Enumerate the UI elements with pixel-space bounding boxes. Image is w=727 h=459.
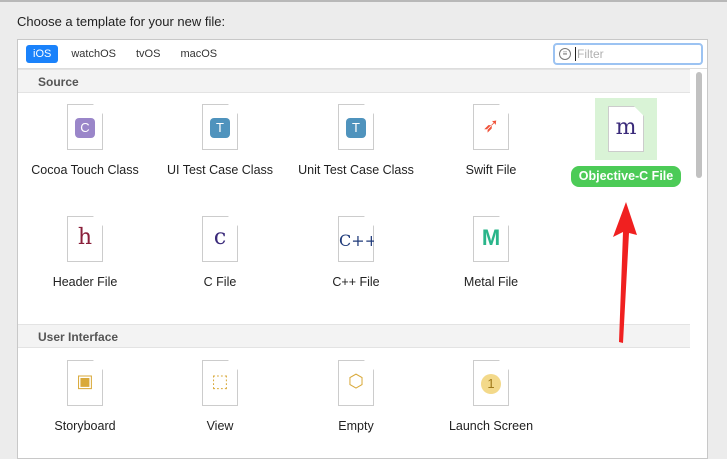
red-arrow-annotation — [613, 202, 637, 343]
tab-watchos[interactable]: watchOS — [64, 45, 123, 63]
template-cocoa-touch-class[interactable]: C Cocoa Touch Class — [20, 104, 150, 179]
template-ui-test-case-class[interactable]: T UI Test Case Class — [155, 104, 285, 179]
header-file-icon: h — [67, 216, 103, 262]
test-class-icon: T — [338, 104, 374, 150]
tab-ios[interactable]: iOS — [26, 45, 59, 63]
template-cpp-file[interactable]: C++ C++ File — [291, 216, 421, 291]
test-class-icon: T — [202, 104, 238, 150]
c-file-icon: c — [202, 216, 238, 262]
section-header-source: Source — [18, 69, 690, 93]
cocoa-class-icon: C — [67, 104, 103, 150]
template-objective-c-file[interactable]: m Objective-C File — [561, 98, 691, 187]
objc-file-icon: m — [608, 106, 644, 152]
template-empty[interactable]: ⬡ Empty — [291, 360, 421, 435]
filter-placeholder: Filter — [577, 47, 604, 61]
template-swift-file[interactable]: ➶ Swift File — [426, 104, 556, 179]
launch-screen-icon: 1 — [473, 360, 509, 406]
prompt-label: Choose a template for your new file: — [17, 14, 226, 29]
scrollbar[interactable] — [694, 70, 704, 455]
template-view[interactable]: ⬚ View — [155, 360, 285, 435]
empty-cube-icon: ⬡ — [338, 360, 374, 406]
storyboard-icon: ▣ — [67, 360, 103, 406]
template-chooser: iOS watchOS tvOS macOS ≡ Filter Source C… — [17, 39, 708, 459]
platform-tabs: iOS watchOS tvOS macOS ≡ Filter — [18, 40, 707, 69]
template-launch-screen[interactable]: 1 Launch Screen — [426, 360, 556, 435]
cpp-file-icon: C++ — [338, 216, 374, 262]
tab-macos[interactable]: macOS — [173, 45, 224, 63]
scrollbar-thumb[interactable] — [696, 72, 702, 178]
swift-icon: ➶ — [473, 104, 509, 150]
filter-icon: ≡ — [559, 48, 571, 60]
metal-file-icon: M — [473, 216, 509, 262]
template-header-file[interactable]: h Header File — [20, 216, 150, 291]
template-unit-test-case-class[interactable]: T Unit Test Case Class — [291, 104, 421, 179]
tab-tvos[interactable]: tvOS — [129, 45, 167, 63]
template-c-file[interactable]: c C File — [155, 216, 285, 291]
filter-input[interactable]: ≡ Filter — [553, 43, 703, 65]
template-storyboard[interactable]: ▣ Storyboard — [20, 360, 150, 435]
view-icon: ⬚ — [202, 360, 238, 406]
template-metal-file[interactable]: M Metal File — [426, 216, 556, 291]
section-header-user-interface: User Interface — [18, 324, 690, 348]
